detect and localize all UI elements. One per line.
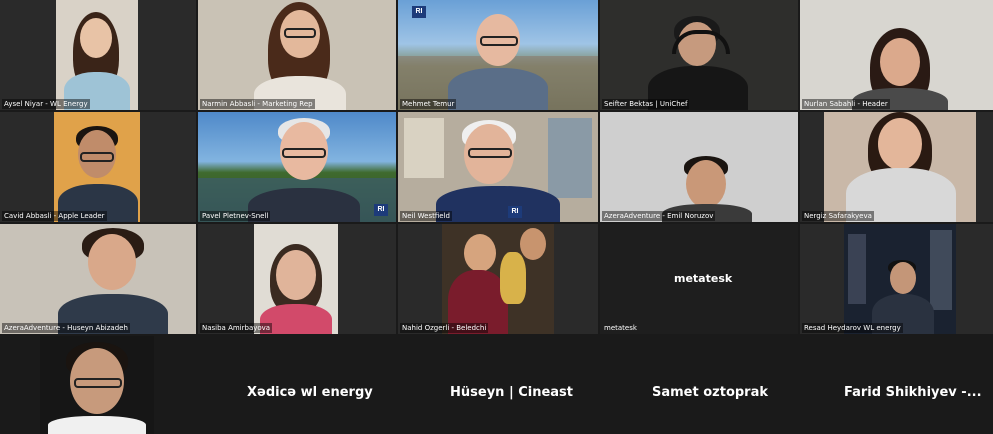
video-tile[interactable]: Cavid Abbasli - Apple Leader — [0, 112, 196, 222]
participant-name: Pavel Pletnev-Snell — [200, 211, 271, 221]
video-tile[interactable]: metatesk metatesk — [600, 224, 798, 334]
video-tile[interactable]: Nergiz Safarakyeva — [800, 112, 993, 222]
video-feed — [844, 224, 956, 334]
video-tile[interactable]: RI Pavel Pletnev-Snell — [198, 112, 396, 222]
video-feed — [254, 224, 338, 334]
participant-display-name: metatesk — [674, 272, 733, 285]
video-feed — [54, 112, 140, 222]
participant-name: Nurlan Sabahli - Header — [802, 99, 890, 109]
video-tile[interactable]: AzeraAdventure - Emil Noruzov — [600, 112, 798, 222]
participant-display-name: Xədicə wl energy — [247, 385, 373, 400]
logo-icon: RI — [374, 204, 388, 216]
participant-name: Nergiz Safarakyeva — [802, 211, 874, 221]
logo-icon: RI — [508, 206, 522, 218]
video-tile[interactable] — [40, 336, 154, 434]
video-tile[interactable]: Nahid Ozgerli - Beledchi — [398, 224, 598, 334]
video-tile[interactable]: Seifter Bektas | UniChef — [600, 0, 798, 110]
participant-name: Aysel Niyar - WL Energy — [2, 99, 90, 109]
participant-name: Seifter Bektas | UniChef — [602, 99, 690, 109]
participant-name: metatesk — [604, 324, 637, 332]
video-tile[interactable]: AzeraAdventure - Huseyn Abizadeh — [0, 224, 196, 334]
participant-name: Nasiba Amirbayova — [200, 323, 273, 333]
participant-display-name: Farid Shikhiyev -... — [844, 385, 982, 400]
video-tile[interactable]: Nurlan Sabahli - Header — [800, 0, 993, 110]
participant-name: AzeraAdventure - Emil Noruzov — [602, 211, 716, 221]
participant-name: Narmin Abbasli - Marketing Rep — [200, 99, 315, 109]
participant-display-name: Hüseyn | Cineast — [450, 385, 574, 400]
video-tile[interactable]: Aysel Niyar - WL Energy — [0, 0, 196, 110]
video-feed — [824, 112, 976, 222]
video-tile[interactable]: RI Mehmet Temur — [398, 0, 598, 110]
participant-name: Neil Westfield — [400, 211, 452, 221]
video-tile[interactable]: Nasiba Amirbayova — [198, 224, 396, 334]
participant-display-name: Samet oztoprak — [652, 385, 769, 400]
video-feed — [56, 0, 138, 110]
video-tile[interactable]: RI Neil Westfield — [398, 112, 598, 222]
video-tile[interactable]: Narmin Abbasli - Marketing Rep — [198, 0, 396, 110]
video-tile[interactable]: Resad Heydarov WL energy — [800, 224, 993, 334]
video-feed — [442, 224, 554, 334]
participant-name: Resad Heydarov WL energy — [802, 323, 903, 333]
logo-icon: RI — [412, 6, 426, 18]
trophy-icon — [500, 252, 526, 304]
participant-name: Mehmet Temur — [400, 99, 457, 109]
participant-name: Cavid Abbasli - Apple Leader — [2, 211, 107, 221]
participant-name: Nahid Ozgerli - Beledchi — [400, 323, 489, 333]
participant-name: AzeraAdventure - Huseyn Abizadeh — [2, 323, 130, 333]
